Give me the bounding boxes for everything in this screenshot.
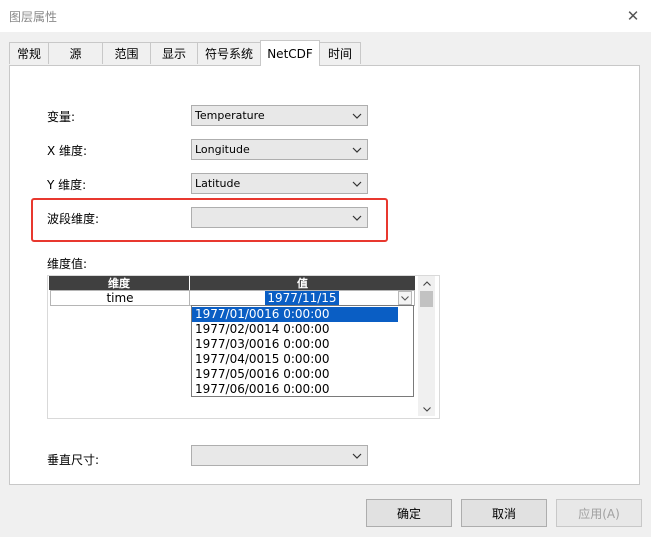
variable-label: 变量: (47, 110, 76, 124)
list-item[interactable]: 1977/02/0014 0:00:00 (192, 322, 398, 337)
selected-value-text: 1977/11/15 (265, 291, 339, 305)
scroll-down-icon[interactable] (418, 402, 435, 416)
grid-header-dimension: 维度 (49, 276, 190, 290)
grid-cell-value[interactable]: 1977/11/15 (189, 290, 415, 306)
variable-combo[interactable]: Temperature (191, 105, 368, 126)
chevron-down-icon (351, 140, 363, 159)
grid-header-value: 值 (190, 276, 415, 290)
list-item[interactable]: 1977/06/0016 0:00:00 (192, 382, 398, 396)
dimension-name: time (106, 291, 134, 305)
list-item[interactable]: 1977/01/0016 0:00:00 (192, 307, 398, 322)
title-bar (0, 0, 651, 32)
grid-scrollbar[interactable] (418, 276, 435, 416)
x-dimension-value: Longitude (195, 143, 250, 156)
list-item[interactable]: 1977/05/0016 0:00:00 (192, 367, 398, 382)
close-icon: ✕ (626, 7, 640, 25)
band-dimension-label: 波段维度: (47, 212, 100, 226)
list-item[interactable]: 1977/03/0016 0:00:00 (192, 337, 398, 352)
y-dimension-combo[interactable]: Latitude (191, 173, 368, 194)
chevron-down-icon (351, 446, 363, 465)
vertical-dimension-combo[interactable] (191, 445, 368, 466)
x-dimension-label: X 维度: (47, 144, 88, 158)
chevron-down-icon (351, 174, 363, 193)
value-dropdown-list[interactable]: 1977/01/0016 0:00:00 1977/02/0014 0:00:0… (191, 305, 414, 397)
tab-general[interactable]: 常规 (9, 42, 49, 64)
y-dimension-label: Y 维度: (47, 178, 87, 192)
band-dimension-combo[interactable] (191, 207, 368, 228)
close-button[interactable]: ✕ (618, 2, 648, 30)
tab-extent[interactable]: 范围 (102, 42, 151, 64)
y-dimension-value: Latitude (195, 177, 241, 190)
apply-button[interactable]: 应用(A) (556, 499, 642, 527)
list-item[interactable]: 1977/04/0015 0:00:00 (192, 352, 398, 367)
chevron-down-icon (401, 295, 409, 301)
ok-button[interactable]: 确定 (366, 499, 452, 527)
chevron-down-icon (351, 106, 363, 125)
chevron-down-icon (351, 208, 363, 227)
variable-value: Temperature (195, 109, 265, 122)
scroll-up-icon[interactable] (418, 276, 435, 290)
tab-display[interactable]: 显示 (150, 42, 198, 64)
tab-netcdf[interactable]: NetCDF (260, 40, 320, 66)
grid-cell-dimension[interactable]: time (50, 290, 190, 306)
tab-source[interactable]: 源 (48, 42, 103, 64)
tab-symbology[interactable]: 符号系统 (197, 42, 261, 64)
x-dimension-combo[interactable]: Longitude (191, 139, 368, 160)
value-dropdown-button[interactable] (398, 291, 412, 305)
dimension-values-label: 维度值: (47, 257, 88, 271)
cancel-button[interactable]: 取消 (461, 499, 547, 527)
tab-time[interactable]: 时间 (319, 42, 361, 64)
window-title: 图层属性 (9, 10, 58, 24)
scroll-thumb[interactable] (420, 291, 433, 307)
vertical-dimension-label: 垂直尺寸: (47, 453, 100, 467)
